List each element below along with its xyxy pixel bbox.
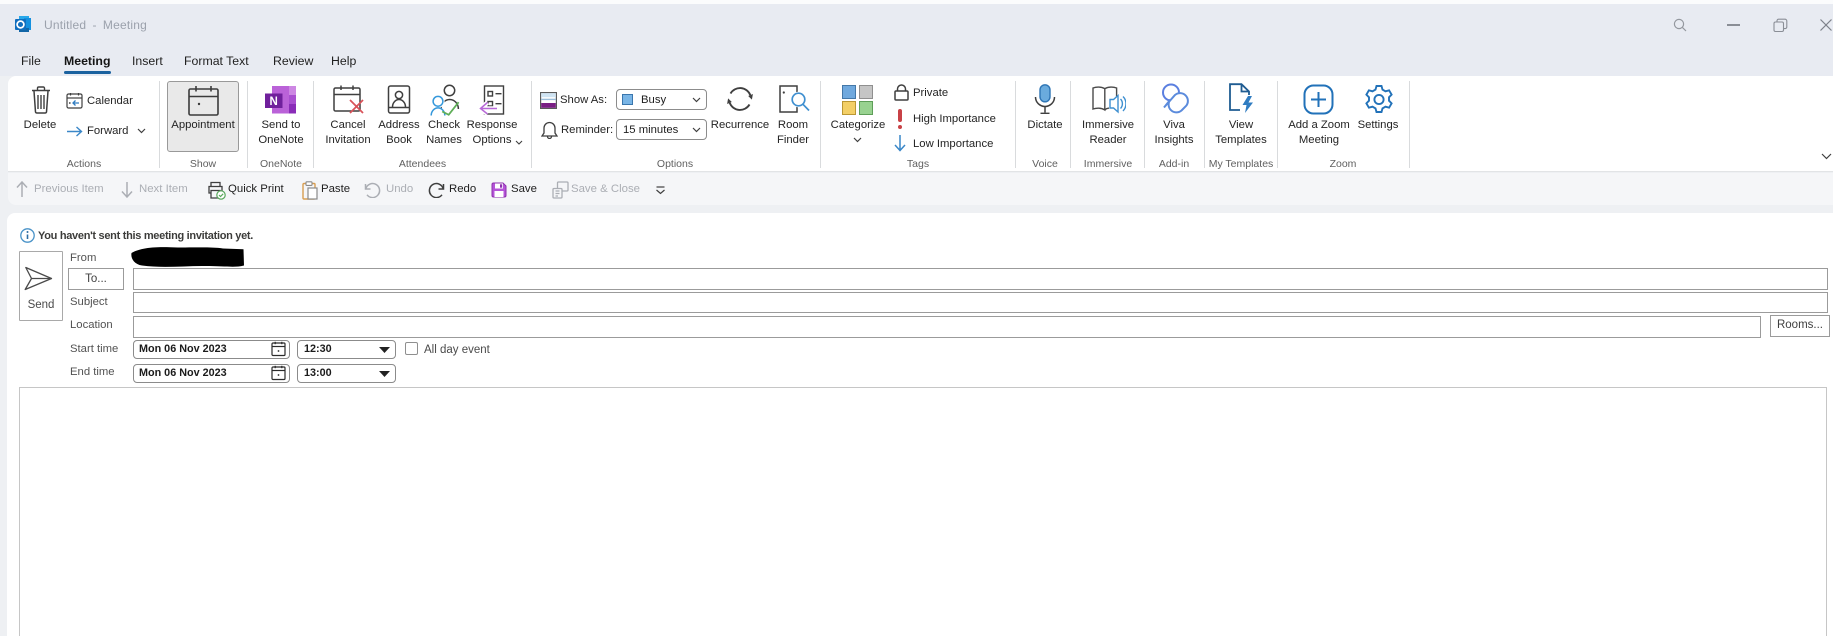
svg-text:N: N	[270, 96, 278, 108]
